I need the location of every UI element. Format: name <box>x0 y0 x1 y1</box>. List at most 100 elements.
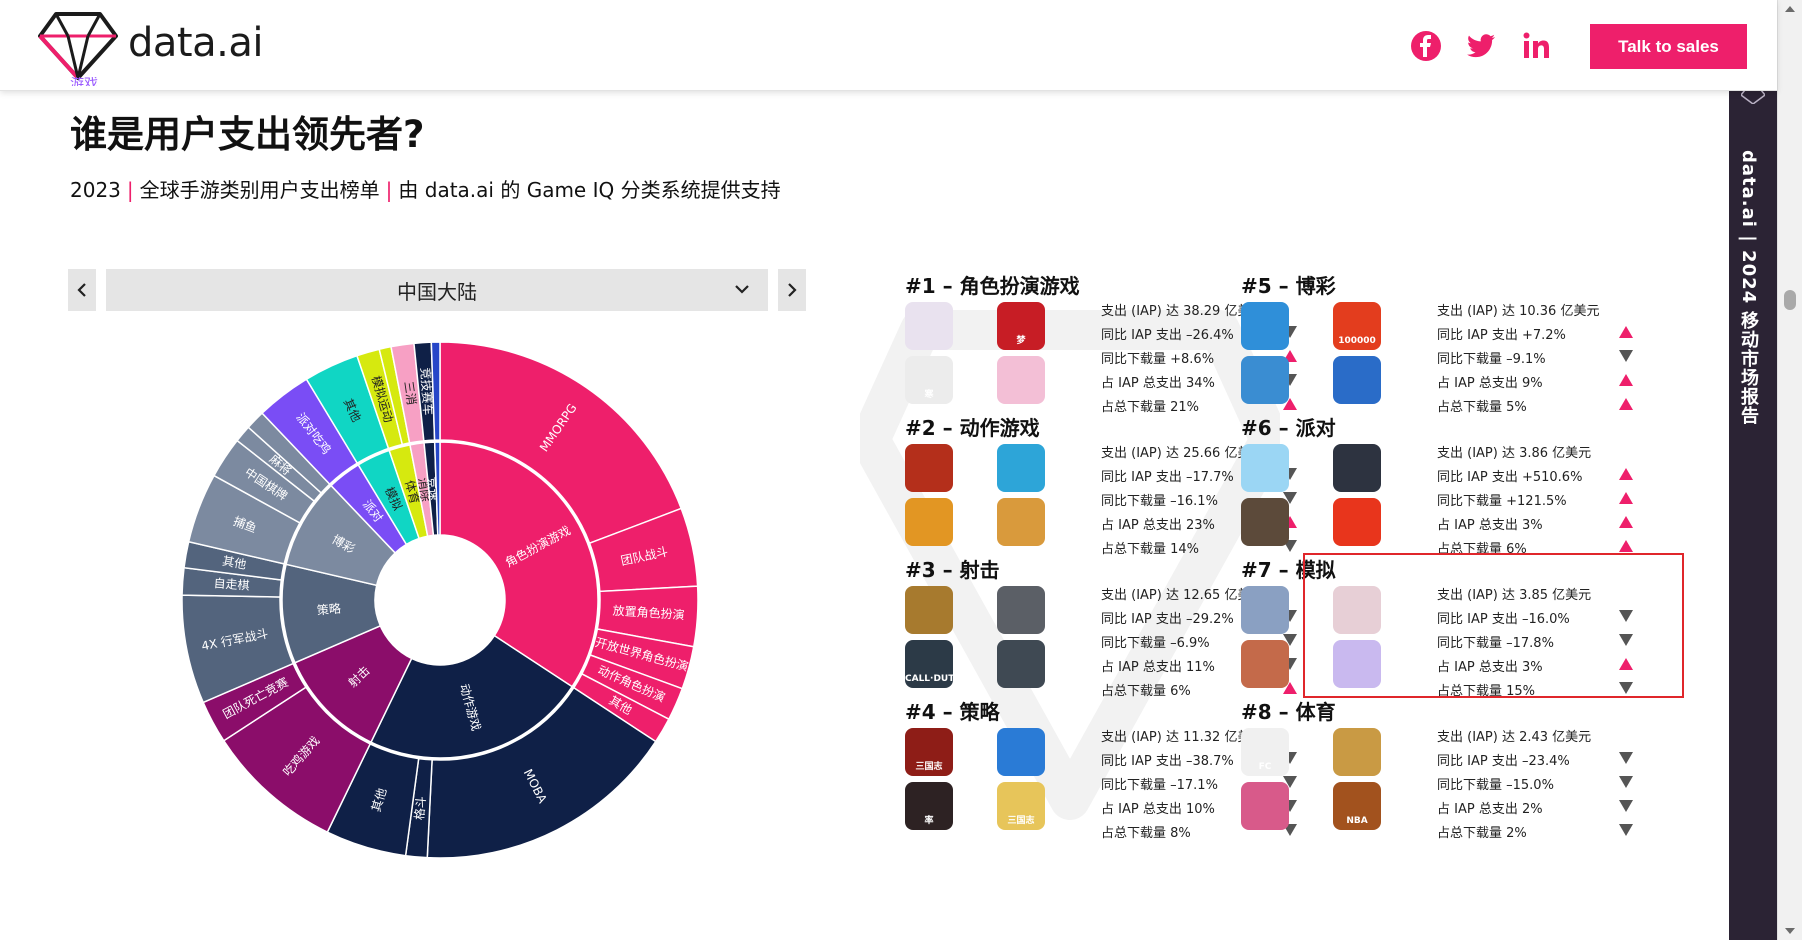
previous-region-button[interactable] <box>68 269 96 311</box>
side-report-banner[interactable]: data.ai | 2024 移动市场报告 <box>1729 90 1777 940</box>
subtitle-separator: | <box>126 178 134 202</box>
sunburst-outer-label: 自走棋 <box>213 576 250 593</box>
twitter-icon[interactable] <box>1465 30 1497 62</box>
goose-duck-app-icon[interactable] <box>1333 444 1381 492</box>
god-of-wealth-app-icon[interactable] <box>1241 356 1289 404</box>
three-kingdoms-app-icon[interactable]: 三国志 <box>905 728 953 776</box>
category-stat: 同比下载量 –6.9% <box>1101 636 1210 651</box>
category-stat: 同比下载量 +121.5% <box>1437 494 1567 509</box>
arena-breakout-app-icon[interactable] <box>997 640 1045 688</box>
scroll-thumb[interactable] <box>1784 290 1796 310</box>
talk-to-sales-button[interactable]: Talk to sales <box>1590 24 1747 69</box>
category-stat: 占 IAP 总支出 10% <box>1101 802 1215 817</box>
crossfire-app-icon[interactable] <box>997 586 1045 634</box>
brawl-app-icon[interactable] <box>997 498 1045 546</box>
scroll-down-arrow-icon[interactable] <box>1785 928 1795 934</box>
naruto-app-icon[interactable] <box>905 498 953 546</box>
category-stat: 同比 IAP 支出 –38.7% <box>1101 754 1234 769</box>
trend-up-icon <box>1619 540 1633 552</box>
data-ai-logo-icon[interactable] <box>38 10 118 82</box>
category-block: #8 – 体育 FC NBA 支出 (IAP) 达 2.43 亿美元 同比 IAP 支出… <box>1241 696 1641 841</box>
category-rank-title: #1 – 角色扮演游戏 <box>905 274 1080 298</box>
app-icon-caption: 三国志 <box>915 762 943 772</box>
page-scrollbar[interactable] <box>1777 0 1802 940</box>
sunburst-inner-label: 策略 <box>316 600 341 617</box>
next-region-button[interactable] <box>778 269 806 311</box>
category-stat: 同比 IAP 支出 –29.2% <box>1101 612 1234 627</box>
category-stat: 占 IAP 总支出 34% <box>1101 376 1215 391</box>
honor-of-kings-app-icon[interactable] <box>905 444 953 492</box>
fantasy-westward-app-icon[interactable]: 梦 <box>997 302 1045 350</box>
dance-app-icon[interactable] <box>1241 782 1289 830</box>
trend-up-icon <box>1619 398 1633 410</box>
shark-bite-app-icon[interactable] <box>1333 356 1381 404</box>
nba-app-icon[interactable]: NBA <box>1333 782 1381 830</box>
trend-down-icon <box>1619 752 1633 764</box>
linkedin-icon[interactable] <box>1521 30 1553 62</box>
love-and-deepspace-app-icon[interactable] <box>1241 586 1289 634</box>
app-icon-caption: 三国志 <box>1007 816 1035 826</box>
top-navigation-bar: data.ai Talk to sales <box>0 0 1777 91</box>
among-us-app-icon[interactable] <box>1333 498 1381 546</box>
category-rank-title: #3 – 射击 <box>905 558 1000 582</box>
fish-shark-app-icon[interactable] <box>1241 302 1289 350</box>
category-rank-title: #2 – 动作游戏 <box>905 416 1040 440</box>
category-stat: 支出 (IAP) 达 3.86 亿美元 <box>1437 446 1592 461</box>
subtitle-year: 2023 <box>70 178 121 202</box>
chevron-right-icon <box>788 283 797 297</box>
category-stat: 支出 (IAP) 达 12.65 亿美元 <box>1101 588 1264 603</box>
trend-up-icon <box>1619 468 1633 480</box>
chevron-left-icon <box>77 283 86 297</box>
werewolf-app-icon[interactable] <box>1241 498 1289 546</box>
trend-down-icon <box>1619 776 1633 788</box>
category-stat: 支出 (IAP) 达 2.43 亿美元 <box>1437 730 1592 745</box>
lol-wild-rift-app-icon[interactable] <box>997 444 1045 492</box>
region-selected-value: 中国大陆 <box>397 279 477 304</box>
trend-down-icon <box>1619 350 1633 362</box>
category-stat: 占 IAP 总支出 2% <box>1437 802 1543 817</box>
facebook-icon[interactable] <box>1410 30 1442 62</box>
ea-fc-app-icon[interactable]: FC <box>1241 728 1289 776</box>
side-banner-text: data.ai | 2024 移动市场报告 <box>1738 150 1759 426</box>
trend-down-icon <box>1619 800 1633 812</box>
fish-100000-app-icon[interactable]: 100000 <box>1333 302 1381 350</box>
star-rail-app-icon[interactable] <box>997 356 1045 404</box>
trend-up-icon <box>1619 374 1633 386</box>
category-rank-title: #5 – 博彩 <box>1241 274 1336 298</box>
category-stat: 占 IAP 总支出 11% <box>1101 660 1215 675</box>
ink-style-app-icon[interactable]: 寒 <box>905 356 953 404</box>
trend-down-icon <box>1619 824 1633 836</box>
data-ai-small-logo-icon <box>1741 90 1765 104</box>
app-icon-caption: FC <box>1258 762 1272 772</box>
category-block: #6 – 派对 支出 (IAP) 达 3.86 亿美元 同比 IAP 支出 +510… <box>1241 412 1641 557</box>
romance-sunset-app-icon[interactable] <box>1241 640 1289 688</box>
penguin-app-icon[interactable] <box>997 728 1045 776</box>
trend-up-icon <box>1619 516 1633 528</box>
nba-team-app-icon[interactable] <box>1333 728 1381 776</box>
category-rank-title: #4 – 策略 <box>905 700 1000 724</box>
category-stat: 同比 IAP 支出 –26.4% <box>1101 328 1234 343</box>
trend-up-icon <box>1619 492 1633 504</box>
app-icon-caption: NBA <box>1346 816 1368 826</box>
category-stat: 同比 IAP 支出 +510.6% <box>1437 470 1583 485</box>
app-icon-caption: 率 <box>924 816 934 826</box>
category-stat: 同比 IAP 支出 –17.7% <box>1101 470 1234 485</box>
category-stat: 同比 IAP 支出 –23.4% <box>1437 754 1570 769</box>
three-kingdoms-chess-app-icon[interactable]: 三国志 <box>997 782 1045 830</box>
peacekeeper-elite-app-icon[interactable] <box>905 586 953 634</box>
call-of-duty-app-icon[interactable]: CALL·DUTY <box>905 640 953 688</box>
eggy-party-app-icon[interactable] <box>1241 444 1289 492</box>
shuai-app-icon[interactable]: 率 <box>905 782 953 830</box>
genshin-app-icon[interactable] <box>905 302 953 350</box>
brand-name[interactable]: data.ai <box>128 20 263 66</box>
spending-sunburst-chart[interactable]: 角色扮演游戏动作游戏射击策略博彩派对模拟体育消除竞速MMORPG团队战斗放置角色… <box>130 325 750 945</box>
app-icon-caption: CALL·DUTY <box>905 674 953 684</box>
scroll-up-arrow-icon[interactable] <box>1785 6 1795 12</box>
trend-up-icon <box>1619 326 1633 338</box>
category-rank-title: #8 – 体育 <box>1241 700 1336 724</box>
category-stat: 占总下载量 8% <box>1101 826 1191 841</box>
category-stat: 支出 (IAP) 达 25.66 亿美元 <box>1101 446 1264 461</box>
region-dropdown[interactable]: 中国大陆 <box>106 269 768 311</box>
category-stat: 同比下载量 +8.6% <box>1101 352 1215 367</box>
category-stat: 占 IAP 总支出 3% <box>1437 518 1543 533</box>
